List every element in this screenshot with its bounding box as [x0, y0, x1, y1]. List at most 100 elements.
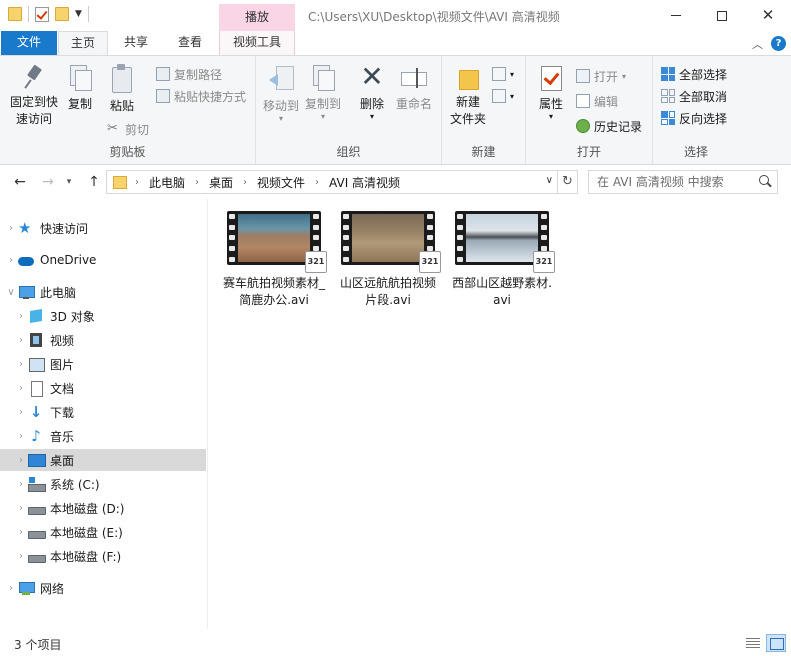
open-button[interactable]: 打开 ▾	[576, 66, 626, 86]
nav-item-onedrive[interactable]: › OneDrive	[0, 249, 206, 271]
nav-item-pictures[interactable]: › 图片	[0, 353, 206, 375]
chevron-right-icon[interactable]: ›	[4, 255, 18, 266]
collapse-ribbon-chevron-up-icon[interactable]: ︿	[752, 36, 763, 52]
breadcrumb-desktop[interactable]: 桌面	[209, 174, 233, 191]
nav-item-network[interactable]: › 网络	[0, 577, 206, 599]
nav-item-music[interactable]: › ♪ 音乐	[0, 425, 206, 447]
tab-share[interactable]: 共享	[113, 31, 159, 55]
search-input[interactable]	[589, 171, 749, 193]
clipboard-group-label: 剪贴板	[109, 145, 146, 159]
chevron-right-icon[interactable]: ›	[14, 431, 28, 442]
breadcrumb-this-pc[interactable]: 此电脑	[149, 174, 185, 191]
contextual-tab-header: 播放	[219, 4, 295, 31]
maximize-button[interactable]	[699, 0, 745, 31]
select-all-button[interactable]: 全部选择	[661, 64, 727, 84]
edit-button[interactable]: 编辑	[576, 91, 618, 111]
history-button[interactable]: 历史记录	[576, 116, 642, 136]
chevron-right-icon[interactable]: ›	[195, 177, 199, 188]
chevron-right-icon[interactable]: ›	[4, 223, 18, 234]
copy-to-button[interactable]: 复制到 ▾	[304, 64, 342, 121]
recent-locations-chevron-down-icon[interactable]: ▾	[62, 172, 76, 192]
nav-item-label: 系统 (C:)	[50, 477, 100, 492]
chevron-right-icon[interactable]: ›	[14, 503, 28, 514]
file-item[interactable]: 321 赛车航拍视频素材_简鹿办公.avi	[221, 209, 327, 309]
customize-toolbar-chevron-down-icon[interactable]: ▼	[75, 9, 82, 19]
nav-item-label: 网络	[40, 581, 65, 596]
chevron-down-icon: ▾	[510, 91, 515, 101]
help-icon[interactable]: ?	[771, 36, 786, 51]
copy-button[interactable]: 复制	[64, 64, 96, 113]
rename-button[interactable]: 重命名	[394, 64, 434, 113]
chevron-right-icon[interactable]: ›	[14, 311, 28, 322]
nav-item-quick-access[interactable]: › ★ 快速访问	[0, 217, 206, 239]
address-history-chevron-down-icon[interactable]: ∨	[546, 175, 553, 186]
nav-item-drive-e[interactable]: › 本地磁盘 (E:)	[0, 521, 206, 543]
details-view-icon[interactable]	[745, 636, 761, 650]
chevron-right-icon[interactable]: ›	[14, 527, 28, 538]
nav-item-desktop[interactable]: › 桌面	[0, 449, 206, 471]
file-item[interactable]: 321 山区远航航拍视频片段.avi	[335, 209, 441, 309]
minimize-button[interactable]	[653, 0, 699, 31]
chevron-right-icon[interactable]: ›	[14, 551, 28, 562]
chevron-right-icon[interactable]: ›	[315, 177, 319, 188]
nav-item-this-pc[interactable]: ∨ 此电脑	[0, 281, 206, 303]
paste-button[interactable]: 粘贴	[106, 64, 138, 115]
chevron-right-icon[interactable]: ›	[14, 479, 28, 490]
nav-item-drive-c[interactable]: › 系统 (C:)	[0, 473, 206, 495]
computer-icon	[18, 284, 35, 300]
copy-path-button[interactable]: 复制路径	[156, 64, 222, 84]
delete-icon: ✕	[360, 60, 384, 93]
close-button[interactable]: ✕	[745, 0, 791, 31]
select-none-button[interactable]: 全部取消	[661, 86, 727, 106]
tab-view[interactable]: 查看	[167, 31, 213, 55]
tab-video-tools[interactable]: 视频工具	[219, 31, 295, 55]
chevron-right-icon[interactable]: ›	[14, 383, 28, 394]
chevron-right-icon[interactable]: ›	[14, 407, 28, 418]
move-to-label: 移动到	[262, 99, 299, 113]
nav-item-drive-d[interactable]: › 本地磁盘 (D:)	[0, 497, 206, 519]
status-bar: 3 个项目	[0, 632, 791, 656]
nav-item-drive-f[interactable]: › 本地磁盘 (F:)	[0, 545, 206, 567]
chevron-down-icon[interactable]: ∨	[4, 287, 18, 298]
search-box[interactable]	[588, 170, 778, 194]
invert-selection-button[interactable]: 反向选择	[661, 108, 727, 128]
new-folder-icon[interactable]	[55, 7, 69, 21]
back-arrow-icon[interactable]: ←	[10, 172, 30, 192]
refresh-button[interactable]: ↻	[558, 170, 578, 194]
large-icons-view-icon[interactable]	[766, 634, 786, 652]
nav-item-videos[interactable]: › 视频	[0, 329, 206, 351]
nav-item-downloads[interactable]: › ↓ 下载	[0, 401, 206, 423]
search-icon[interactable]	[759, 175, 771, 187]
new-item-button[interactable]: ▾	[492, 64, 514, 84]
chevron-down-icon: ▾	[510, 69, 515, 79]
tab-home[interactable]: 主页	[58, 31, 108, 56]
chevron-right-icon[interactable]: ›	[243, 177, 247, 188]
address-bar[interactable]: › 此电脑 › 桌面 › 视频文件 › AVI 高清视频 ∨	[106, 170, 558, 194]
chevron-right-icon[interactable]: ›	[4, 583, 18, 594]
pin-to-quick-access-button[interactable]: 固定到快速访问	[6, 64, 62, 128]
music-note-icon: ♪	[31, 427, 41, 445]
forward-arrow-icon[interactable]: →	[38, 172, 58, 192]
tab-file[interactable]: 文件	[1, 31, 57, 55]
nav-item-documents[interactable]: › 文档	[0, 377, 206, 399]
properties-icon[interactable]	[35, 6, 49, 22]
file-item[interactable]: 321 西部山区越野素材.avi	[449, 209, 555, 309]
nav-item-3d-objects[interactable]: › 3D 对象	[0, 305, 206, 327]
ribbon: 固定到快速访问 复制 粘贴 复制路径 粘贴快捷方式 ✂ 剪切 剪贴板 移动到 ▾	[0, 55, 791, 165]
edit-label: 编辑	[594, 94, 619, 109]
copy-path-label: 复制路径	[174, 67, 223, 82]
breadcrumb-avi-hd-video[interactable]: AVI 高清视频	[329, 174, 400, 191]
chevron-right-icon[interactable]: ›	[14, 359, 28, 370]
chevron-right-icon[interactable]: ›	[14, 335, 28, 346]
paste-shortcut-button[interactable]: 粘贴快捷方式	[156, 86, 246, 106]
properties-button[interactable]: 属性 ▾	[534, 64, 568, 121]
move-to-button[interactable]: 移动到 ▾	[262, 64, 300, 123]
up-arrow-icon[interactable]: ↑	[84, 172, 104, 192]
new-folder-button[interactable]: 新建 文件夹	[448, 64, 488, 128]
delete-button[interactable]: ✕ 删除 ▾	[356, 60, 388, 121]
folder-icon[interactable]	[8, 7, 22, 21]
breadcrumb-video-files[interactable]: 视频文件	[257, 174, 305, 191]
chevron-right-icon[interactable]: ›	[14, 455, 28, 466]
cut-button[interactable]: ✂ 剪切	[107, 119, 149, 139]
easy-access-button[interactable]: ▾	[492, 86, 514, 106]
